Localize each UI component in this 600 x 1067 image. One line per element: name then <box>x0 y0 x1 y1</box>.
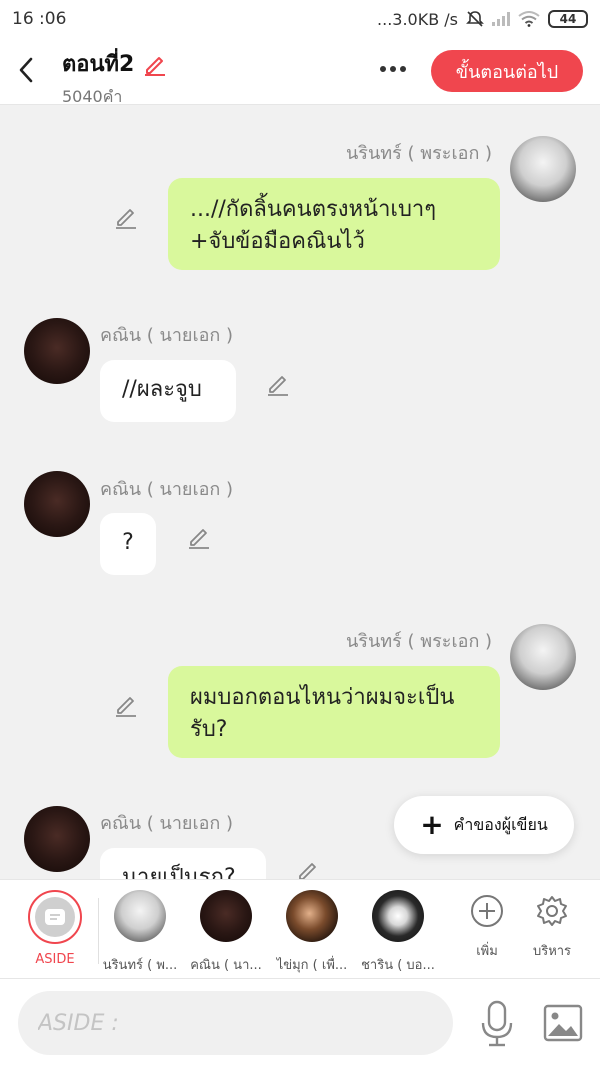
character-label: คณิน ( นา... <box>190 958 262 973</box>
signal-icon <box>492 12 510 26</box>
dot-icon <box>390 66 396 72</box>
dot-icon <box>400 66 406 72</box>
character-avatar <box>286 890 338 942</box>
dot-icon <box>380 66 386 72</box>
character-item[interactable]: ไข่มุก ( เพื่... <box>270 890 354 975</box>
status-right: ...3.0KB /s 44 <box>377 10 588 29</box>
episode-title[interactable]: ตอนที่2 <box>62 46 168 81</box>
next-step-button[interactable]: ขั้นตอนต่อไป <box>431 50 583 92</box>
image-icon[interactable] <box>543 1003 583 1043</box>
character-avatar <box>114 890 166 942</box>
edit-message-icon[interactable] <box>295 858 321 879</box>
input-bar <box>0 979 600 1067</box>
character-avatar <box>372 890 424 942</box>
edit-message-icon[interactable] <box>186 524 212 550</box>
avatar[interactable] <box>510 136 576 202</box>
message-bubble[interactable]: ? <box>100 513 156 575</box>
message-bubble[interactable]: ...//กัดลิ้นคนตรงหน้าเบาๆ +จับข้อมือคณิน… <box>168 178 500 270</box>
more-options-button[interactable] <box>372 54 414 84</box>
avatar[interactable] <box>24 806 90 872</box>
header: ตอนที่2 5040คำ ขั้นตอนต่อไป <box>0 38 600 106</box>
battery-indicator: 44 <box>548 10 588 28</box>
message-sender-name: คณิน ( นายเอก ) <box>100 325 234 346</box>
chat-area[interactable]: นรินทร์ ( พระเอก ) ...//กัดลิ้นคนตรงหน้า… <box>0 106 600 879</box>
aside-label: ASIDE <box>35 952 75 967</box>
message-bubble[interactable]: นายเป็นรุก? <box>100 848 266 879</box>
plus-icon: + <box>420 808 444 841</box>
message-input[interactable] <box>18 991 453 1055</box>
avatar[interactable] <box>24 471 90 537</box>
author-note-button[interactable]: + คำของผู้เขียน <box>394 796 574 854</box>
add-label: เพิ่ม <box>476 944 498 959</box>
network-speed: ...3.0KB /s <box>377 9 458 29</box>
edit-message-icon[interactable] <box>265 371 291 397</box>
add-circle-icon <box>471 895 503 927</box>
character-label: นรินทร์ ( พ... <box>102 958 178 973</box>
message-sender-name: นรินทร์ ( พระเอก ) <box>346 143 493 164</box>
wifi-icon <box>518 11 540 27</box>
character-label: ชาริน ( บอ... <box>361 958 435 973</box>
status-time: 16 :06 <box>12 9 67 29</box>
message-bubble[interactable]: //ผละจูบ <box>100 360 236 422</box>
character-bar: ASIDE นรินทร์ ( พ... คณิน ( นา... ไข่มุก… <box>0 879 600 979</box>
character-label: ไข่มุก ( เพื่... <box>276 958 348 973</box>
character-item[interactable]: ชาริน ( บอ... <box>356 890 440 975</box>
manage-label: บริหาร <box>532 944 572 959</box>
status-bar: 16 :06 ...3.0KB /s 44 <box>0 0 600 38</box>
gear-icon <box>537 896 567 926</box>
edit-message-icon[interactable] <box>113 692 139 718</box>
message-sender-name: คณิน ( นายเอก ) <box>100 479 234 500</box>
mute-bell-icon <box>466 11 484 27</box>
character-avatar <box>200 890 252 942</box>
manage-button[interactable]: บริหาร <box>522 894 582 961</box>
aside-icon <box>35 897 75 937</box>
edit-message-icon[interactable] <box>113 204 139 230</box>
message-sender-name: คณิน ( นายเอก ) <box>100 813 234 834</box>
back-button[interactable] <box>12 52 40 88</box>
edit-title-icon[interactable] <box>142 51 168 77</box>
avatar[interactable] <box>24 318 90 384</box>
microphone-icon[interactable] <box>477 999 517 1049</box>
title-area: ตอนที่2 5040คำ <box>62 46 168 110</box>
add-character-button[interactable]: เพิ่ม <box>457 894 517 961</box>
character-item[interactable]: คณิน ( นา... <box>184 890 268 975</box>
aside-button[interactable] <box>28 890 82 944</box>
message-sender-name: นรินทร์ ( พระเอก ) <box>346 631 493 652</box>
character-item[interactable]: นรินทร์ ( พ... <box>98 890 182 975</box>
author-note-label: คำของผู้เขียน <box>453 814 548 834</box>
avatar[interactable] <box>510 624 576 690</box>
episode-title-text: ตอนที่2 <box>62 52 135 77</box>
message-bubble[interactable]: ผมบอกตอนไหนว่าผมจะเป็นรับ? <box>168 666 500 758</box>
chevron-left-icon <box>19 57 33 83</box>
